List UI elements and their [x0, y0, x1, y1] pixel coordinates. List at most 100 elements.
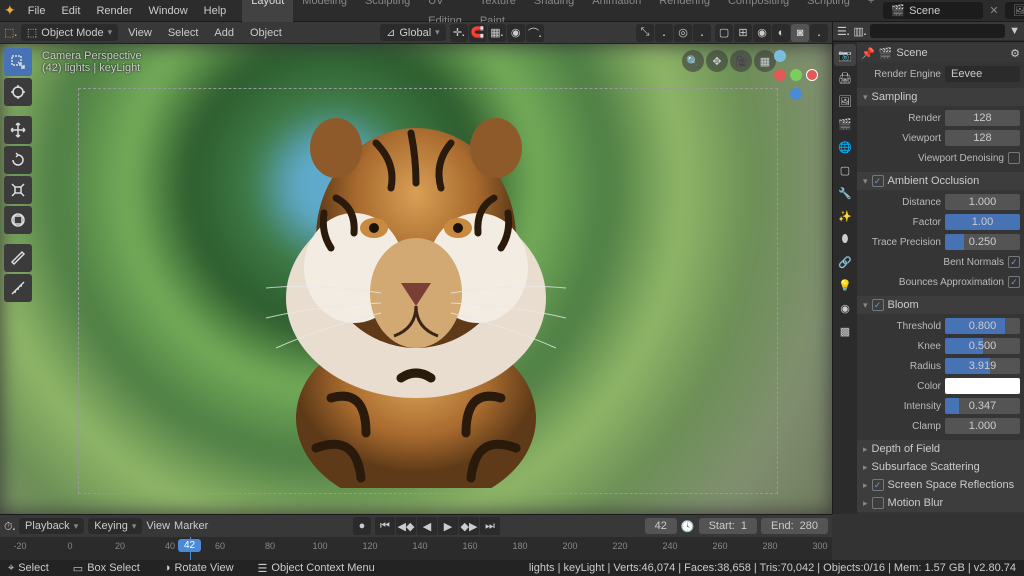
- snap-toggle[interactable]: 🧲: [469, 24, 487, 42]
- scene-unlink-icon[interactable]: ✕: [989, 4, 998, 17]
- tl-view-menu[interactable]: View: [146, 520, 170, 532]
- playhead[interactable]: 42: [190, 537, 191, 561]
- ptab-constraint[interactable]: 🔗: [834, 251, 856, 273]
- tool-rotate[interactable]: [4, 146, 32, 174]
- ptab-scene[interactable]: 🎬: [834, 113, 856, 135]
- tool-move[interactable]: [4, 116, 32, 144]
- editor-type-icon[interactable]: ⬚᎐: [4, 25, 17, 40]
- camera-view-button[interactable]: 🎥: [730, 50, 752, 72]
- tl-keying-menu[interactable]: Keying▾: [88, 518, 142, 534]
- panel-enable-checkbox[interactable]: ✓: [872, 299, 884, 311]
- overlay-toggle[interactable]: ◎: [674, 24, 692, 42]
- panel-header[interactable]: ▸✓Screen Space Reflections: [857, 476, 1024, 494]
- ptab-render[interactable]: 📷: [834, 44, 856, 66]
- play-button[interactable]: ▶: [438, 517, 458, 535]
- tool-select-box[interactable]: [4, 48, 32, 76]
- snap-element-dropdown[interactable]: ▦᎐: [488, 24, 506, 42]
- ptab-data[interactable]: 💡: [834, 274, 856, 296]
- editor-type-icon[interactable]: ⏱᎐: [4, 519, 15, 534]
- end-frame-field[interactable]: End:280: [761, 518, 828, 534]
- property-value-field[interactable]: 0.347: [945, 398, 1020, 414]
- panel-header[interactable]: ▾✓Ambient Occlusion: [857, 172, 1024, 190]
- property-value-field[interactable]: 128: [945, 130, 1020, 146]
- select-menu[interactable]: Select: [162, 27, 205, 39]
- tl-marker-menu[interactable]: Marker: [174, 520, 208, 532]
- ptab-modifier[interactable]: 🔧: [834, 182, 856, 204]
- panel-enable-checkbox[interactable]: ✓: [872, 175, 884, 187]
- panel-header[interactable]: ▾Sampling: [857, 88, 1024, 106]
- current-frame-field[interactable]: 42: [645, 518, 677, 534]
- viewlayer-selector[interactable]: 🖼 View Layer: [1005, 2, 1024, 19]
- panel-header[interactable]: ▾✓Bloom: [857, 296, 1024, 314]
- panel-header[interactable]: ▸Depth of Field: [857, 440, 1024, 458]
- menu-help[interactable]: Help: [196, 0, 235, 22]
- breadcrumb-scene[interactable]: Scene: [896, 47, 927, 59]
- tool-transform[interactable]: [4, 206, 32, 234]
- shading-wire-icon[interactable]: ⊞: [734, 24, 752, 42]
- shading-solid-icon[interactable]: ◉: [753, 24, 771, 42]
- timeline-ruler[interactable]: -200204060801001201401601802002202402602…: [0, 537, 832, 561]
- shading-lookdev-icon[interactable]: ◐: [772, 24, 790, 42]
- add-menu[interactable]: Add: [208, 27, 240, 39]
- view-menu[interactable]: View: [122, 27, 158, 39]
- gizmo-dropdown[interactable]: ᎐: [655, 24, 673, 42]
- menu-file[interactable]: File: [20, 0, 54, 22]
- pan-button[interactable]: ✥: [706, 50, 728, 72]
- view-layer-icon[interactable]: ▥᎐: [853, 24, 866, 39]
- mode-selector[interactable]: ⬚ Object Mode ▾: [21, 24, 118, 41]
- property-value-field[interactable]: 1.000: [945, 418, 1020, 434]
- jump-end-button[interactable]: ⏭: [480, 517, 500, 535]
- zoom-button[interactable]: 🔍: [682, 50, 704, 72]
- pivot-dropdown[interactable]: ✛᎐: [450, 24, 468, 42]
- 3d-viewport[interactable]: Camera Perspective (42) lights | keyLigh…: [0, 44, 832, 514]
- clock-icon[interactable]: 🕓: [681, 520, 695, 533]
- panel-header[interactable]: ▸Motion Blur: [857, 494, 1024, 512]
- property-value-field[interactable]: 0.800: [945, 318, 1020, 334]
- ptab-object[interactable]: ▢: [834, 159, 856, 181]
- gizmo-toggle[interactable]: ⤡: [636, 24, 654, 42]
- shading-rendered-icon[interactable]: ◙: [791, 24, 809, 42]
- ptab-output[interactable]: 🖨: [834, 67, 856, 89]
- panel-header[interactable]: ▸Subsurface Scattering: [857, 458, 1024, 476]
- ptab-material[interactable]: ◉: [834, 297, 856, 319]
- keyframe-next-button[interactable]: ◆▶: [459, 517, 479, 535]
- property-value-field[interactable]: 0.500: [945, 338, 1020, 354]
- ptab-physics[interactable]: ⬮: [834, 228, 856, 250]
- ptab-particle[interactable]: ✨: [834, 205, 856, 227]
- outliner-search[interactable]: [870, 24, 1005, 38]
- tool-cursor[interactable]: [4, 78, 32, 106]
- property-value-field[interactable]: 0.250: [945, 234, 1020, 250]
- orientation-selector[interactable]: ⊿ Global ▾: [380, 24, 446, 41]
- object-menu[interactable]: Object: [244, 27, 288, 39]
- render-engine-dropdown[interactable]: Eevee: [945, 66, 1020, 82]
- property-checkbox[interactable]: ✓: [1008, 256, 1020, 268]
- ptab-world[interactable]: 🌐: [834, 136, 856, 158]
- axis-gizmo[interactable]: [772, 48, 820, 105]
- menu-render[interactable]: Render: [88, 0, 140, 22]
- menu-edit[interactable]: Edit: [53, 0, 88, 22]
- autokey-toggle[interactable]: ●: [353, 517, 371, 535]
- start-frame-field[interactable]: Start:1: [699, 518, 757, 534]
- tool-measure[interactable]: [4, 274, 32, 302]
- property-checkbox[interactable]: ✓: [1008, 276, 1020, 288]
- pin-icon[interactable]: 📌: [861, 47, 875, 60]
- panel-enable-checkbox[interactable]: ✓: [872, 479, 884, 491]
- tool-scale[interactable]: [4, 176, 32, 204]
- property-value-field[interactable]: [945, 378, 1020, 394]
- ptab-viewlayer[interactable]: 🖼: [834, 90, 856, 112]
- menu-window[interactable]: Window: [141, 0, 196, 22]
- filter-icon[interactable]: ▼: [1009, 25, 1020, 37]
- shading-dropdown[interactable]: ᎐: [810, 24, 828, 42]
- tl-playback-menu[interactable]: Playback▾: [19, 518, 84, 534]
- outliner-type-icon[interactable]: ☰᎐: [837, 24, 849, 39]
- proportional-edit-toggle[interactable]: ◉: [507, 24, 525, 42]
- ptab-texture[interactable]: ▩: [834, 320, 856, 342]
- property-value-field[interactable]: 1.000: [945, 194, 1020, 210]
- tool-annotate[interactable]: [4, 244, 32, 272]
- panel-enable-checkbox[interactable]: [872, 497, 884, 509]
- property-value-field[interactable]: 1.00: [945, 214, 1020, 230]
- xray-toggle[interactable]: ▢: [715, 24, 733, 42]
- property-checkbox[interactable]: [1008, 152, 1020, 164]
- proportional-falloff-dropdown[interactable]: ⌒᎐: [526, 24, 544, 42]
- scene-selector[interactable]: 🎬 Scene: [883, 2, 983, 19]
